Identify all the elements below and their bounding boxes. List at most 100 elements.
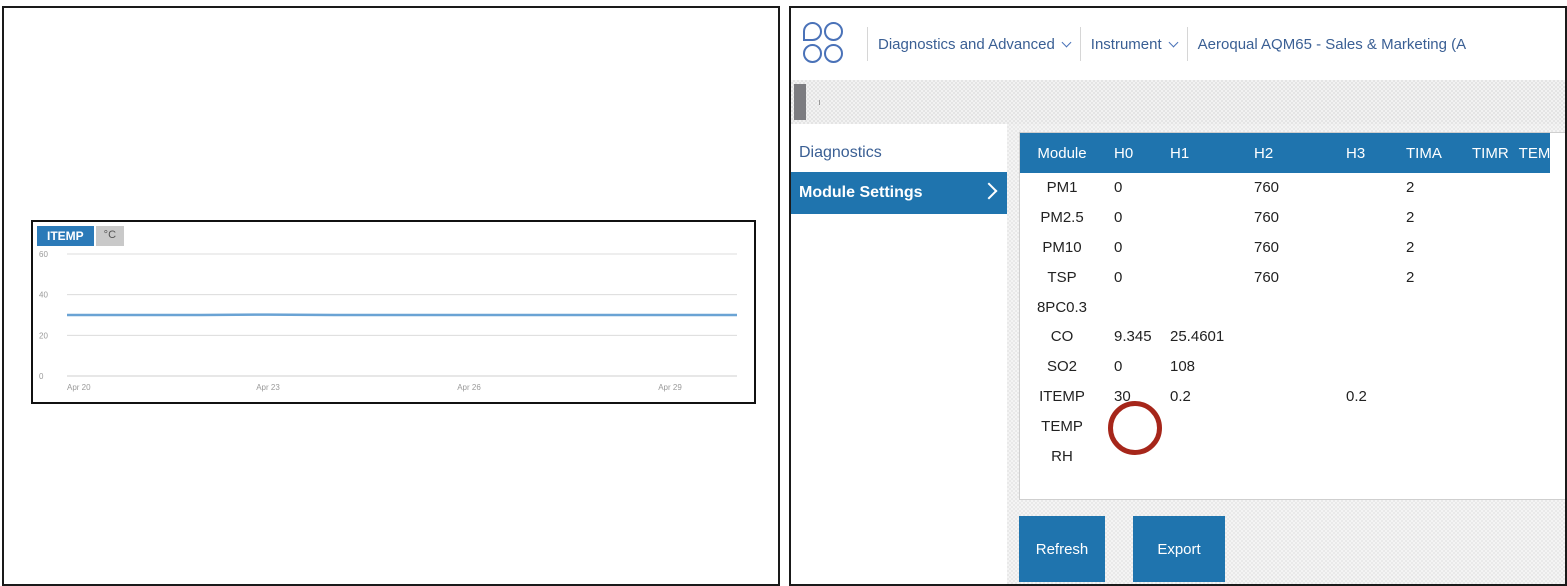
module-name-cell: RH [1051,447,1073,465]
table-cell[interactable]: 0 [1104,203,1160,233]
table-cell[interactable] [1160,173,1244,203]
table-cell[interactable] [1509,233,1551,263]
table-cell[interactable]: 0 [1104,262,1160,292]
table-cell[interactable] [1462,292,1509,322]
sidebar-item-label: Module Settings [799,184,923,201]
module-name-cell: SO2 [1046,358,1077,376]
table-cell[interactable] [1160,233,1244,263]
table-cell[interactable] [1336,203,1396,233]
column-header[interactable]: Module [1020,133,1104,173]
table-cell[interactable] [1160,292,1244,322]
table-cell[interactable] [1462,352,1509,382]
table-cell[interactable]: 0.2 [1336,382,1396,412]
table-cell[interactable]: 9.345 [1104,322,1160,352]
table-cell[interactable] [1509,441,1551,471]
module-name-cell: PM2.5 [1040,209,1084,227]
table-cell[interactable]: 25.4601 [1160,322,1244,352]
table-cell[interactable] [1336,352,1396,382]
export-button[interactable]: Export [1133,516,1225,582]
table-cell[interactable] [1509,203,1551,233]
sidebar-item-module-settings[interactable]: Module Settings [791,172,1007,214]
table-cell[interactable] [1462,203,1509,233]
sidebar-item-diagnostics[interactable]: Diagnostics [791,132,1007,174]
table-row[interactable]: PM10 0 760 2 [1020,233,1550,263]
table-cell[interactable] [1336,173,1396,203]
table-cell[interactable] [1244,441,1336,471]
table-cell[interactable] [1509,411,1551,441]
refresh-button[interactable]: Refresh [1019,516,1105,582]
table-cell[interactable] [1244,382,1336,412]
chart-tab-itemp[interactable]: ITEMP [37,226,94,246]
table-cell[interactable] [1244,292,1336,322]
table-cell[interactable] [1336,262,1396,292]
table-cell[interactable] [1509,322,1551,352]
column-header[interactable]: TEM [1508,133,1551,173]
instrument-name[interactable]: Aeroqual AQM65 - Sales & Marketing (A [1198,36,1466,53]
table-row[interactable]: 8PC0.3 [1020,292,1550,322]
table-cell[interactable] [1396,382,1462,412]
table-cell[interactable] [1462,382,1509,412]
table-row[interactable]: TSP 0 760 2 [1020,262,1550,292]
table-cell[interactable] [1462,233,1509,263]
table-cell[interactable]: 2 [1396,203,1462,233]
table-cell[interactable]: 760 [1244,173,1336,203]
table-cell[interactable] [1509,292,1551,322]
table-cell[interactable] [1244,411,1336,441]
table-cell[interactable]: 0 [1104,352,1160,382]
table-cell[interactable]: 760 [1244,262,1336,292]
table-cell[interactable] [1336,411,1396,441]
column-header[interactable]: TIMA [1396,133,1462,173]
table-cell[interactable] [1160,203,1244,233]
table-cell[interactable]: 2 [1396,262,1462,292]
table-cell[interactable] [1160,441,1244,471]
table-row[interactable]: ITEMP 30 0.2 0.2 [1020,382,1550,412]
column-header[interactable]: H1 [1160,133,1244,173]
table-cell[interactable] [1509,382,1551,412]
table-row[interactable]: SO2 0 108 [1020,352,1550,382]
table-cell[interactable] [1160,411,1244,441]
table-cell[interactable]: 0 [1104,233,1160,263]
table-row[interactable]: PM2.5 0 760 2 [1020,203,1550,233]
table-cell[interactable] [1336,292,1396,322]
table-cell[interactable]: 0 [1104,173,1160,203]
table-cell[interactable] [1396,292,1462,322]
column-header[interactable]: H3 [1336,133,1396,173]
table-row[interactable]: PM1 0 760 2 [1020,173,1550,203]
column-header[interactable]: H2 [1244,133,1336,173]
table-cell[interactable]: 0.2 [1160,382,1244,412]
table-row[interactable]: CO 9.345 25.4601 [1020,322,1550,352]
table-cell[interactable] [1104,292,1160,322]
table-cell[interactable] [1396,352,1462,382]
table-cell[interactable]: 108 [1160,352,1244,382]
chart-tab-unit[interactable]: °C [95,226,125,246]
table-cell[interactable] [1462,441,1509,471]
itemp-chart: ITEMP °C 0 20 40 60 Apr 20 Apr 23 Apr 26 Apr 29 [31,220,756,404]
table-cell[interactable] [1160,262,1244,292]
menu-instrument[interactable]: Instrument [1091,36,1179,53]
table-cell[interactable]: 2 [1396,173,1462,203]
table-cell[interactable]: 2 [1396,233,1462,263]
column-header[interactable]: H0 [1104,133,1160,173]
table-cell[interactable] [1462,173,1509,203]
table-cell[interactable] [1244,352,1336,382]
table-cell[interactable] [1396,441,1462,471]
table-row[interactable]: TEMP [1020,411,1550,441]
table-cell[interactable] [1509,173,1551,203]
table-row[interactable]: RH [1020,441,1550,471]
table-cell[interactable] [1509,352,1551,382]
toolbar-handle[interactable] [794,84,806,120]
table-cell[interactable] [1336,233,1396,263]
table-cell[interactable] [1336,441,1396,471]
table-cell[interactable] [1244,322,1336,352]
table-cell[interactable] [1396,322,1462,352]
table-cell[interactable] [1462,262,1509,292]
table-cell[interactable]: 760 [1244,233,1336,263]
table-cell[interactable] [1462,322,1509,352]
table-cell[interactable] [1462,411,1509,441]
table-cell[interactable] [1336,322,1396,352]
table-cell[interactable] [1396,411,1462,441]
table-cell[interactable] [1509,262,1551,292]
table-cell[interactable]: 760 [1244,203,1336,233]
column-header[interactable]: TIMR [1462,133,1509,173]
menu-diagnostics-advanced[interactable]: Diagnostics and Advanced [878,36,1072,53]
